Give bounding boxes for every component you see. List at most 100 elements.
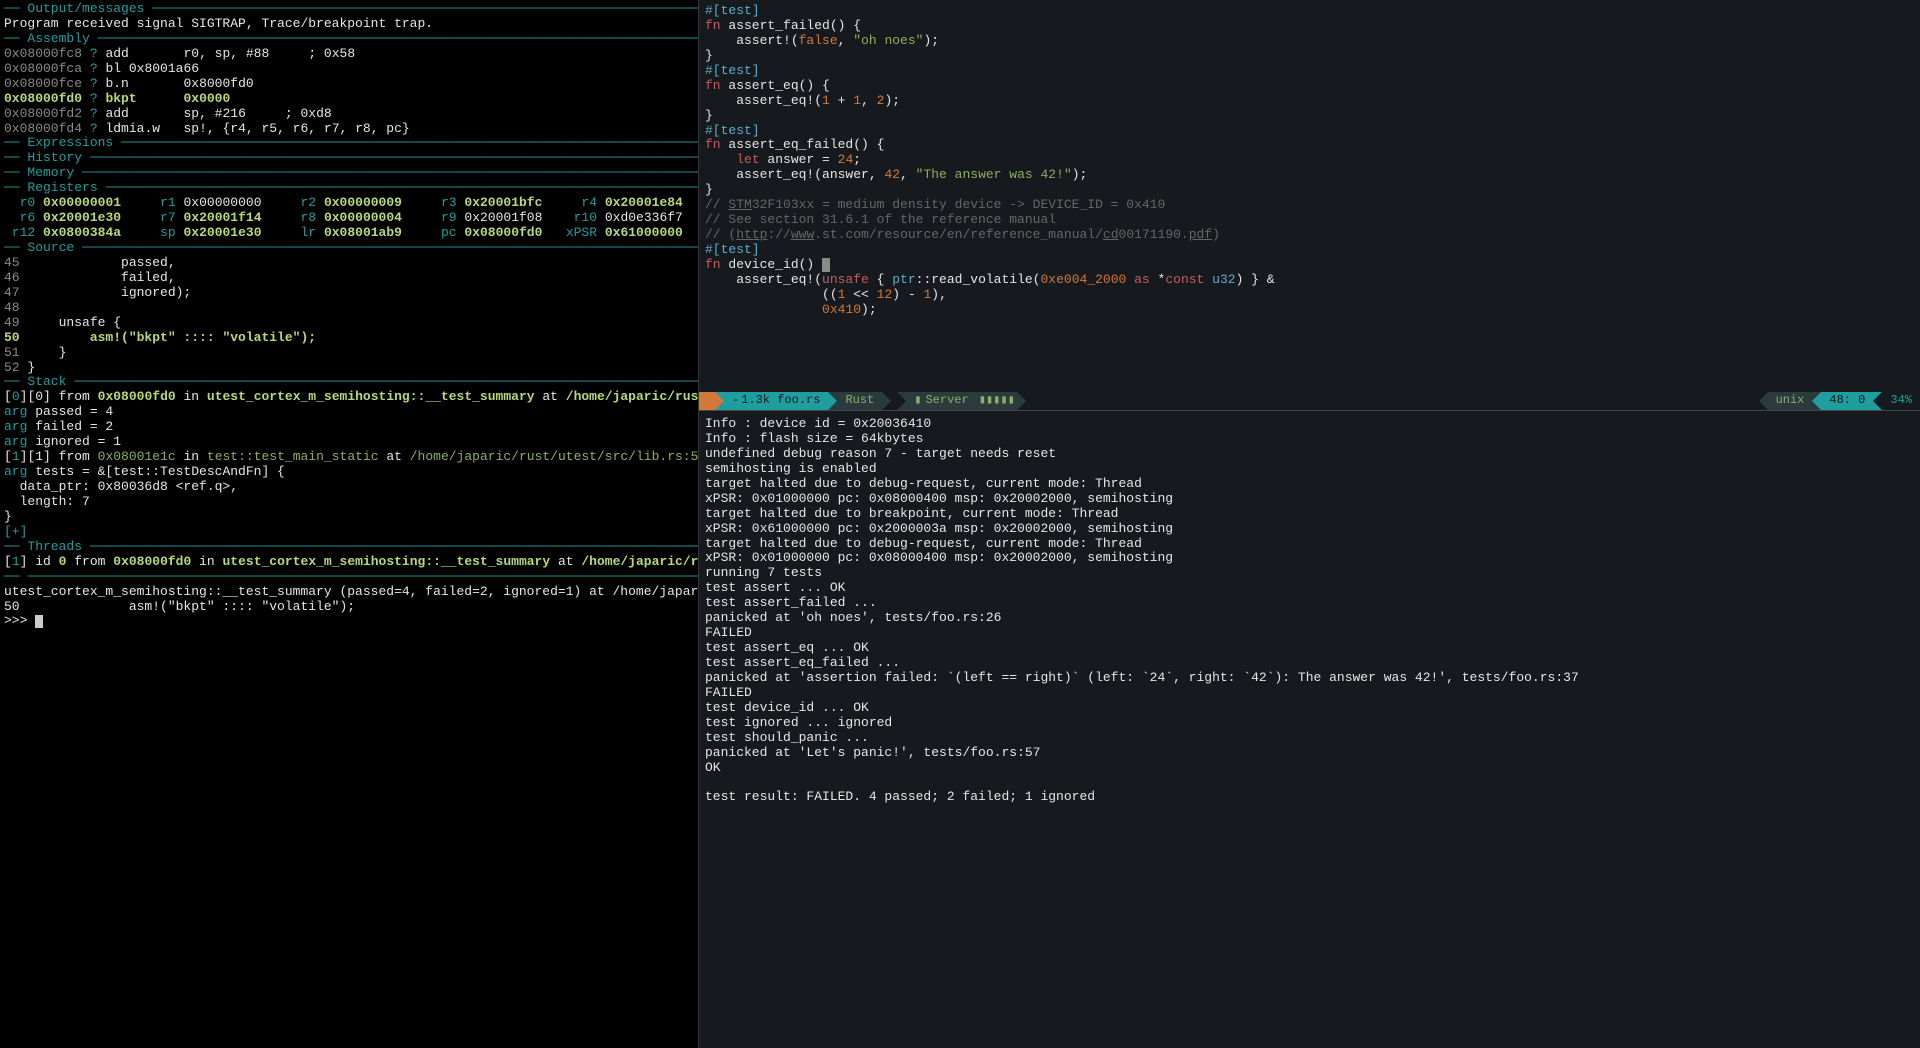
chevron-right-icon [897, 392, 906, 410]
terminal-line: test result: FAILED. 4 passed; 2 failed;… [705, 790, 1914, 805]
stack-arg: arg passed = 4 [4, 405, 694, 420]
stack-more[interactable]: [+] [4, 525, 694, 540]
code-editor[interactable]: #[test]fn assert_failed() { assert!(fals… [699, 0, 1920, 392]
asm-line: 0x08000fce ? b.n 0x8000fd0 [4, 77, 694, 92]
section-expressions: Expressions ────────────────────────────… [4, 136, 694, 151]
source-line: 46 failed, [4, 271, 694, 286]
thread-row: [1] id 0 from 0x08000fd0 in utest_cortex… [4, 555, 694, 570]
editor-line: } [705, 49, 1914, 64]
asm-line: 0x08000fd4 ? ldmia.w sp!, {r4, r5, r6, r… [4, 122, 694, 137]
chevron-left-icon [1873, 392, 1882, 410]
editor-line: ((1 << 12) - 1), [705, 288, 1914, 303]
stack-frame-0: [0][0] from 0x08000fd0 in utest_cortex_m… [4, 390, 694, 405]
asm-line: 0x08000fd2 ? add sp, #216 ; 0xd8 [4, 107, 694, 122]
terminal-line [705, 776, 1914, 791]
source-line: 50 asm!("bkpt" :::: "volatile"); [4, 331, 694, 346]
stack-var-close: } [4, 510, 694, 525]
terminal-line: test assert_failed ... [705, 596, 1914, 611]
register-rows: r0 0x00000001 r1 0x00000000 r2 0x0000000… [4, 196, 694, 241]
asm-line: 0x08000fc8 ? add r0, sp, #88 ; 0x58 [4, 47, 694, 62]
terminal-line: panicked at 'oh noes', tests/foo.rs:26 [705, 611, 1914, 626]
sl-lang: Rust [837, 392, 882, 410]
editor-line: #[test] [705, 4, 1914, 19]
source-line: 51 } [4, 346, 694, 361]
section-threads: Threads ────────────────────────────────… [4, 540, 694, 555]
sl-percent: 34% [1882, 392, 1920, 410]
terminal-line: semihosting is enabled [705, 462, 1914, 477]
terminal-line: OK [705, 761, 1914, 776]
editor-line: } [705, 109, 1914, 124]
editor-line: fn assert_failed() { [705, 19, 1914, 34]
editor-line: #[test] [705, 124, 1914, 139]
terminal-line: test assert_eq_failed ... [705, 656, 1914, 671]
editor-line: // See section 31.6.1 of the reference m… [705, 213, 1914, 228]
terminal-line: xPSR: 0x01000000 pc: 0x08000400 msp: 0x2… [705, 492, 1914, 507]
editor-line: fn assert_eq_failed() { [705, 138, 1914, 153]
right-pane: #[test]fn assert_failed() { assert!(fals… [698, 0, 1920, 1048]
stack-frame-1: [1][1] from 0x08001e1c in test::test_mai… [4, 450, 694, 465]
section-memory: Memory ─────────────────────────────────… [4, 166, 694, 181]
sl-server: ▮Server [906, 392, 976, 410]
editor-line: 0x410); [705, 303, 1914, 318]
editor-line: #[test] [705, 243, 1914, 258]
chevron-right-icon [828, 392, 837, 410]
source-line: 49 unsafe { [4, 316, 694, 331]
asm-line: 0x08000fca ? bl 0x8001a66 [4, 62, 694, 77]
editor-line: fn device_id() [705, 258, 1914, 273]
gdb-dashboard: Output/messages ────────────────────────… [0, 0, 698, 1048]
terminal-line: target halted due to debug-request, curr… [705, 537, 1914, 552]
chevron-left-icon [1812, 392, 1821, 410]
output-text: Program received signal SIGTRAP, Trace/b… [4, 17, 694, 32]
sl-indicators: ▮▮▮▮▮ [977, 392, 1017, 410]
stack-arg: arg failed = 2 [4, 420, 694, 435]
source-line: 52 } [4, 361, 694, 376]
section-history: History ────────────────────────────────… [4, 151, 694, 166]
footer-line-0: utest_cortex_m_semihosting::__test_summa… [4, 585, 694, 600]
sl-position: 48: 0 [1821, 392, 1873, 410]
stack-arg: arg ignored = 1 [4, 435, 694, 450]
editor-line: fn assert_eq() { [705, 79, 1914, 94]
stack-var-len: length: 7 [4, 495, 694, 510]
section-output: Output/messages ────────────────────────… [4, 2, 694, 17]
source-line: 45 passed, [4, 256, 694, 271]
terminal-line: Info : device id = 0x20036410 [705, 417, 1914, 432]
register-row: r0 0x00000001 r1 0x00000000 r2 0x0000000… [4, 196, 694, 211]
assembly-list: 0x08000fc8 ? add r0, sp, #88 ; 0x580x080… [4, 47, 694, 137]
section-end-rule: ────────────────────────────────────────… [4, 570, 694, 585]
register-row: r12 0x0800384a sp 0x20001e30 lr 0x08001a… [4, 226, 694, 241]
editor-line: let answer = 24; [705, 153, 1914, 168]
sl-arrow-left [699, 392, 715, 410]
terminal-line: FAILED [705, 686, 1914, 701]
stack-var-dp: data_ptr: 0x80036d8 <ref.q>, [4, 480, 694, 495]
terminal-line: target halted due to debug-request, curr… [705, 477, 1914, 492]
chevron-right-icon [882, 392, 891, 410]
sl-file: - 1.3k foo.rs [724, 392, 828, 410]
sl-encoding: unix [1768, 392, 1813, 410]
editor-line: #[test] [705, 64, 1914, 79]
editor-statusline: - 1.3k foo.rs Rust ▮Server ▮▮▮▮▮ unix 48… [699, 392, 1920, 410]
editor-line: assert_eq!(answer, 42, "The answer was 4… [705, 168, 1914, 183]
terminal-line: FAILED [705, 626, 1914, 641]
editor-line: assert_eq!(1 + 1, 2); [705, 94, 1914, 109]
editor-line: assert!(false, "oh noes"); [705, 34, 1914, 49]
openocd-terminal[interactable]: Info : device id = 0x20036410Info : flas… [699, 410, 1920, 1048]
terminal-line: running 7 tests [705, 566, 1914, 581]
terminal-line: test assert ... OK [705, 581, 1914, 596]
source-list: 45 passed,46 failed,47 ignored);48 49 un… [4, 256, 694, 376]
editor-line: assert_eq!(unsafe { ptr::read_volatile(0… [705, 273, 1914, 288]
register-row: r6 0x20001e30 r7 0x20001f14 r8 0x0000000… [4, 211, 694, 226]
chevron-left-icon [1759, 392, 1768, 410]
stack-var: arg tests = &[test::TestDescAndFn] { [4, 465, 694, 480]
section-stack: Stack ──────────────────────────────────… [4, 375, 694, 390]
footer-line-1: 50 asm!("bkpt" :::: "volatile"); [4, 600, 694, 615]
terminal-line: target halted due to breakpoint, current… [705, 507, 1914, 522]
terminal-line: test ignored ... ignored [705, 716, 1914, 731]
section-source: Source ─────────────────────────────────… [4, 241, 694, 256]
terminal-line: panicked at 'Let's panic!', tests/foo.rs… [705, 746, 1914, 761]
gdb-prompt[interactable]: >>> [4, 614, 694, 629]
editor-line: // STM32F103xx = medium density device -… [705, 198, 1914, 213]
section-assembly: Assembly ───────────────────────────────… [4, 32, 694, 47]
editor-line: } [705, 183, 1914, 198]
chevron-right-icon [715, 392, 724, 410]
terminal-line: xPSR: 0x61000000 pc: 0x2000003a msp: 0x2… [705, 522, 1914, 537]
